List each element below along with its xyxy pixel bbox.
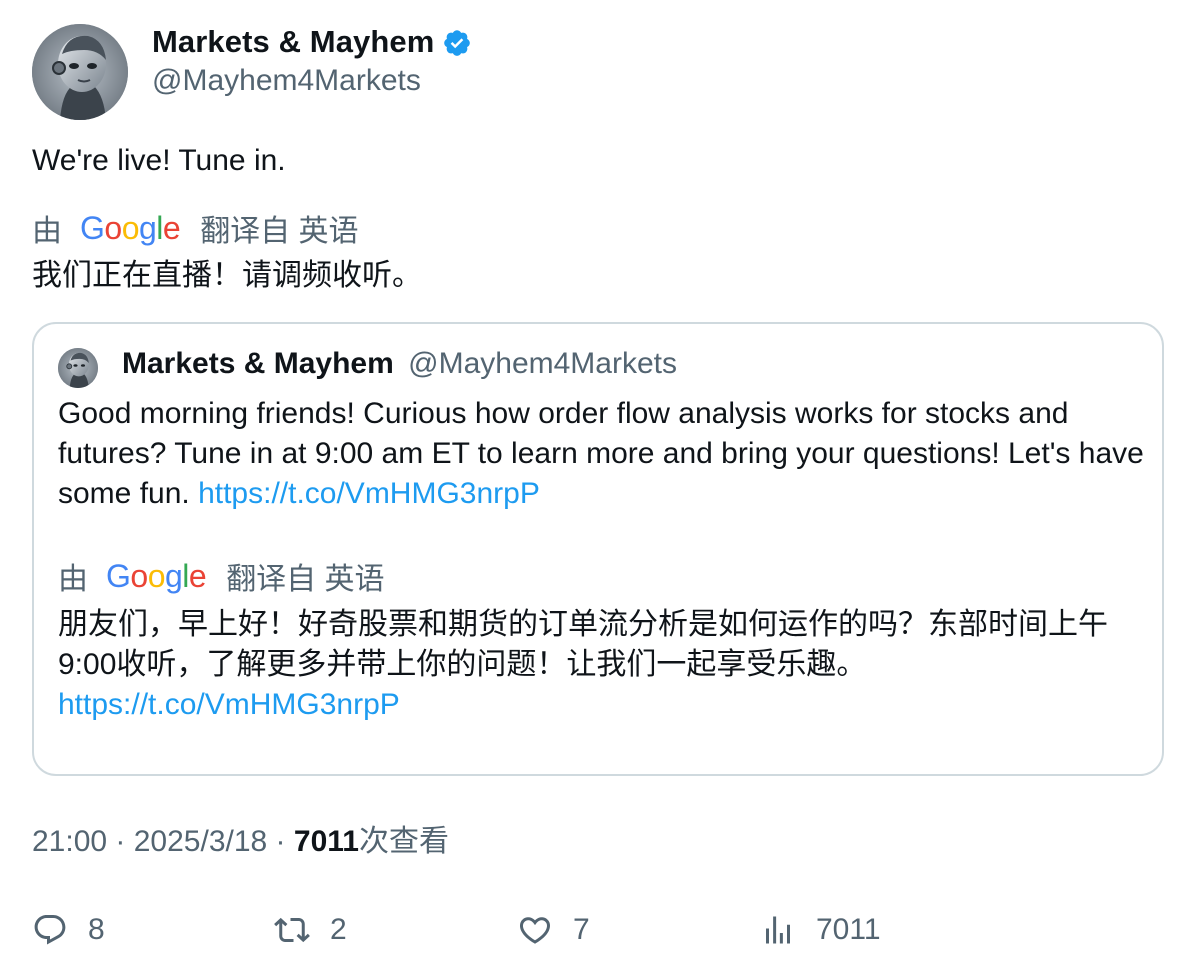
tweet-date[interactable]: 2025/3/18 (134, 825, 267, 858)
reply-count: 8 (88, 913, 105, 946)
translation-source-label[interactable]: 翻译自 英语 (200, 206, 358, 250)
author-block: Markets & Mayhem @Mayhem4Markets (152, 22, 472, 100)
quoted-translated-link[interactable]: https://t.co/VmHMG3nrpP (58, 685, 400, 725)
reply-button[interactable]: 8 (32, 908, 105, 952)
retweet-button[interactable]: 2 (274, 908, 347, 952)
quoted-author-handle[interactable]: @Mayhem4Markets (408, 347, 677, 380)
heart-icon (519, 917, 551, 944)
views-action-count: 7011 (816, 913, 881, 946)
quoted-author-avatar[interactable] (58, 348, 98, 388)
quoted-author: Markets & Mayhem @Mayhem4Markets (122, 344, 677, 384)
quoted-tweet-card[interactable]: Markets & Mayhem @Mayhem4Markets Good mo… (32, 322, 1164, 776)
like-count: 7 (573, 913, 590, 946)
quoted-translation-attribution: 由 Google 翻译自 英语 (58, 556, 385, 596)
author-avatar[interactable] (32, 24, 128, 120)
translation-by-label: 由 (58, 563, 88, 596)
translated-text: 我们正在直播！请调频收听。 (32, 259, 422, 292)
quoted-author-name[interactable]: Markets & Mayhem (122, 347, 394, 380)
author-name[interactable]: Markets & Mayhem (152, 24, 434, 60)
robot-avatar-image (32, 24, 128, 120)
quoted-translated-text: 朋友们，早上好！好奇股票和期货的订单流分析是如何运作的吗？东部时间上午9:00收… (58, 608, 1108, 681)
quoted-tweet-link[interactable]: https://t.co/VmHMG3nrpP (198, 477, 540, 510)
views-label: 次查看 (358, 825, 449, 858)
views-count: 7011 (293, 825, 359, 858)
google-logo: Google (106, 558, 207, 594)
tweet-text: We're live! Tune in. (32, 144, 286, 177)
robot-avatar-image (58, 348, 98, 388)
quoted-tweet-text: Good morning friends! Curious how order … (58, 394, 1148, 514)
reply-icon (34, 915, 66, 945)
tweet-time[interactable]: 21:00 (32, 825, 107, 858)
tweet-meta: 21:00 · 2025/3/18 · 7011次查看 (32, 822, 449, 862)
meta-separator: · (107, 825, 134, 858)
retweet-count: 2 (330, 913, 347, 946)
views-button[interactable]: 7011 (760, 908, 881, 952)
retweet-icon (274, 917, 310, 943)
translation-by-label: 由 (32, 215, 62, 248)
translation-source-label[interactable]: 翻译自 英语 (226, 554, 384, 598)
verified-badge-icon[interactable] (442, 28, 472, 58)
meta-separator: · (267, 825, 294, 858)
action-bar: 8 2 7 7011 (32, 908, 1164, 952)
like-button[interactable]: 7 (517, 908, 590, 952)
analytics-icon (766, 916, 790, 944)
translation-attribution: 由 Google 翻译自 英语 (32, 208, 359, 248)
google-logo: Google (80, 210, 181, 246)
author-handle[interactable]: @Mayhem4Markets (152, 62, 472, 100)
